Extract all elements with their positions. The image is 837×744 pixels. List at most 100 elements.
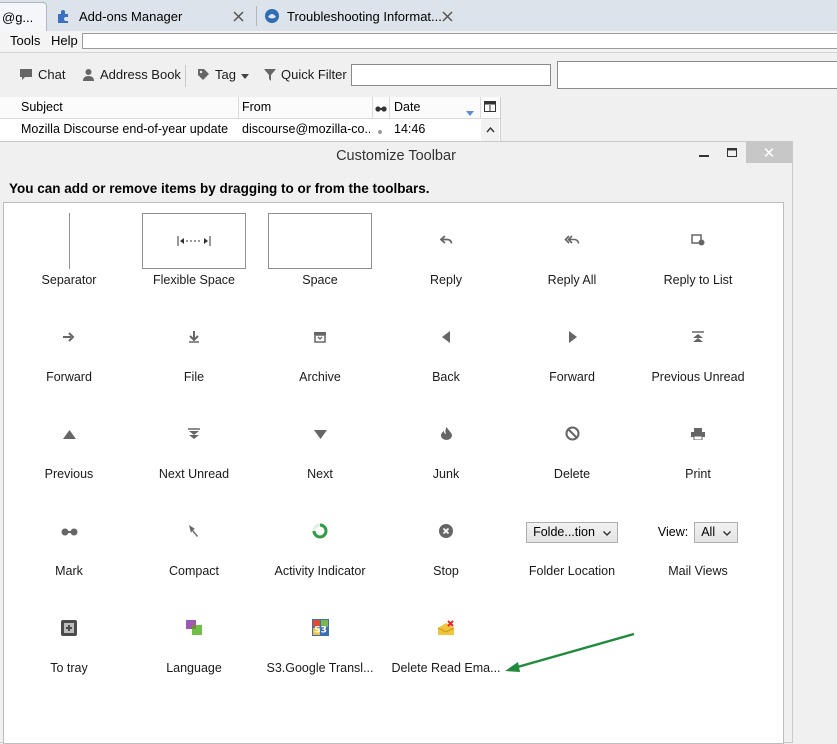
delete-icon	[565, 426, 580, 444]
next-icon	[313, 428, 327, 442]
instructions: You can add or remove items by dragging …	[9, 181, 430, 196]
tab-mail[interactable]: @g...	[0, 2, 47, 31]
palette-item-previous-unread[interactable]: Previous Unread	[635, 309, 761, 384]
svg-text:S3: S3	[314, 626, 327, 636]
palette-item-previous[interactable]: Previous	[6, 406, 132, 481]
language-icon	[186, 620, 202, 638]
s3-google-translate-icon: S3	[311, 619, 329, 639]
palette-item-forward-nav[interactable]: Forward	[509, 309, 635, 384]
scroll-up-icon[interactable]	[485, 122, 495, 141]
archive-icon	[313, 331, 327, 346]
attachment-column-icon[interactable]	[375, 102, 387, 116]
palette-item-reply-all[interactable]: Reply All	[509, 212, 635, 287]
palette-item-separator[interactable]: Separator	[6, 212, 132, 287]
thread-pane: Subject From Date Mozilla Discourse end-…	[0, 97, 501, 142]
palette-item-reply[interactable]: Reply	[383, 212, 509, 287]
palette-item-s3-google-translator[interactable]: S3 S3.Google Transl...	[257, 600, 383, 675]
palette-item-compact[interactable]: Compact	[131, 503, 257, 578]
stop-icon	[439, 523, 453, 541]
previous-icon	[62, 428, 76, 442]
contact-icon	[82, 68, 95, 81]
customize-toolbar-dialog: Customize Toolbar ✕ You can add or remov…	[0, 141, 793, 744]
dropdown-arrow-icon	[240, 67, 249, 82]
column-subject[interactable]: Subject	[21, 100, 63, 114]
reply-icon	[439, 234, 453, 248]
forward-nav-icon	[568, 330, 577, 346]
palette-item-space[interactable]: Space	[257, 212, 383, 287]
table-row[interactable]: Mozilla Discourse end-of-year update dis…	[0, 119, 480, 138]
palette-item-back[interactable]: Back	[383, 309, 509, 384]
palette-item-mail-views[interactable]: View: All Mail Views	[635, 503, 761, 578]
close-icon[interactable]	[232, 10, 244, 22]
tab-label: Troubleshooting Informat...	[287, 8, 442, 24]
print-icon	[691, 427, 705, 443]
delete-read-email-icon	[437, 619, 455, 639]
palette-item-delete[interactable]: Delete	[509, 406, 635, 481]
tab-addons-manager[interactable]: Add-ons Manager	[56, 2, 256, 30]
thread-header: Subject From Date	[0, 97, 500, 119]
tab-strip: @g... Add-ons Manager Troubleshooting In…	[0, 0, 837, 32]
reply-all-icon	[564, 234, 580, 248]
menu-bar-drop-area	[82, 33, 837, 49]
palette-item-flexible-space[interactable]: Flexible Space	[131, 212, 257, 287]
palette-item-junk[interactable]: Junk	[383, 406, 509, 481]
column-date[interactable]: Date	[394, 100, 420, 114]
row-subject: Mozilla Discourse end-of-year update	[21, 122, 229, 136]
chat-button[interactable]: Chat	[19, 67, 65, 82]
unread-dot-icon	[377, 124, 383, 138]
quick-filter-button[interactable]: Quick Filter	[264, 67, 347, 82]
mail-views-label: View:	[657, 525, 689, 539]
menu-tools[interactable]: Tools	[10, 33, 40, 48]
minimize-button[interactable]	[690, 142, 718, 163]
chevron-down-icon	[723, 525, 732, 539]
flexible-space-icon	[142, 213, 246, 269]
palette-item-file[interactable]: File	[131, 309, 257, 384]
reply-list-icon	[691, 233, 705, 249]
tab-troubleshooting[interactable]: Troubleshooting Informat...	[264, 2, 464, 30]
palette-item-print[interactable]: Print	[635, 406, 761, 481]
scrollbar[interactable]	[481, 119, 499, 141]
previous-unread-icon	[692, 330, 704, 346]
folder-location-dropdown[interactable]: Folde...tion	[526, 521, 618, 543]
close-button[interactable]: ✕	[746, 142, 792, 163]
tab-label: @g...	[2, 9, 34, 25]
quick-filter-input[interactable]	[351, 64, 551, 86]
junk-icon	[440, 427, 452, 443]
palette-item-next-unread[interactable]: Next Unread	[131, 406, 257, 481]
tag-button[interactable]: Tag	[197, 67, 249, 82]
palette-item-forward[interactable]: Forward	[6, 309, 132, 384]
palette-item-folder-location[interactable]: Folde...tion Folder Location	[509, 503, 635, 578]
palette-item-stop[interactable]: Stop	[383, 503, 509, 578]
thunderbird-icon	[264, 8, 280, 24]
mail-toolbar: Chat Address Book Tag Quick Filter	[0, 52, 837, 97]
space-icon	[268, 213, 372, 269]
compact-icon	[188, 524, 200, 540]
puzzle-icon	[56, 8, 72, 24]
address-book-button[interactable]: Address Book	[82, 67, 181, 82]
close-icon[interactable]	[441, 10, 453, 22]
chevron-down-icon	[602, 525, 611, 539]
to-tray-icon	[61, 619, 77, 639]
palette-item-reply-to-list[interactable]: Reply to List	[635, 212, 761, 287]
search-input[interactable]	[557, 61, 837, 89]
palette-item-activity-indicator[interactable]: Activity Indicator	[257, 503, 383, 578]
mark-icon	[61, 525, 78, 539]
row-date: 14:46	[394, 122, 426, 136]
mail-views-dropdown[interactable]: All	[694, 521, 739, 543]
palette-item-next[interactable]: Next	[257, 406, 383, 481]
palette-item-archive[interactable]: Archive	[257, 309, 383, 384]
palette-item-to-tray[interactable]: To tray	[6, 600, 132, 675]
toolbar-palette: Separator Flexible Space Space Reply Rep…	[3, 202, 784, 744]
palette-item-mark[interactable]: Mark	[6, 503, 132, 578]
tab-label: Add-ons Manager	[79, 8, 183, 24]
sort-descending-icon	[466, 105, 474, 119]
column-from[interactable]: From	[242, 100, 271, 114]
row-from: discourse@mozilla-co...	[242, 122, 370, 136]
palette-item-delete-read-email[interactable]: Delete Read Ema...	[383, 600, 509, 675]
chat-icon	[19, 68, 33, 81]
maximize-button[interactable]	[718, 142, 746, 163]
menu-bar: Tools Help	[0, 31, 837, 51]
column-picker-icon[interactable]	[484, 101, 496, 115]
palette-item-language[interactable]: Language	[131, 600, 257, 675]
menu-help[interactable]: Help	[51, 33, 78, 48]
